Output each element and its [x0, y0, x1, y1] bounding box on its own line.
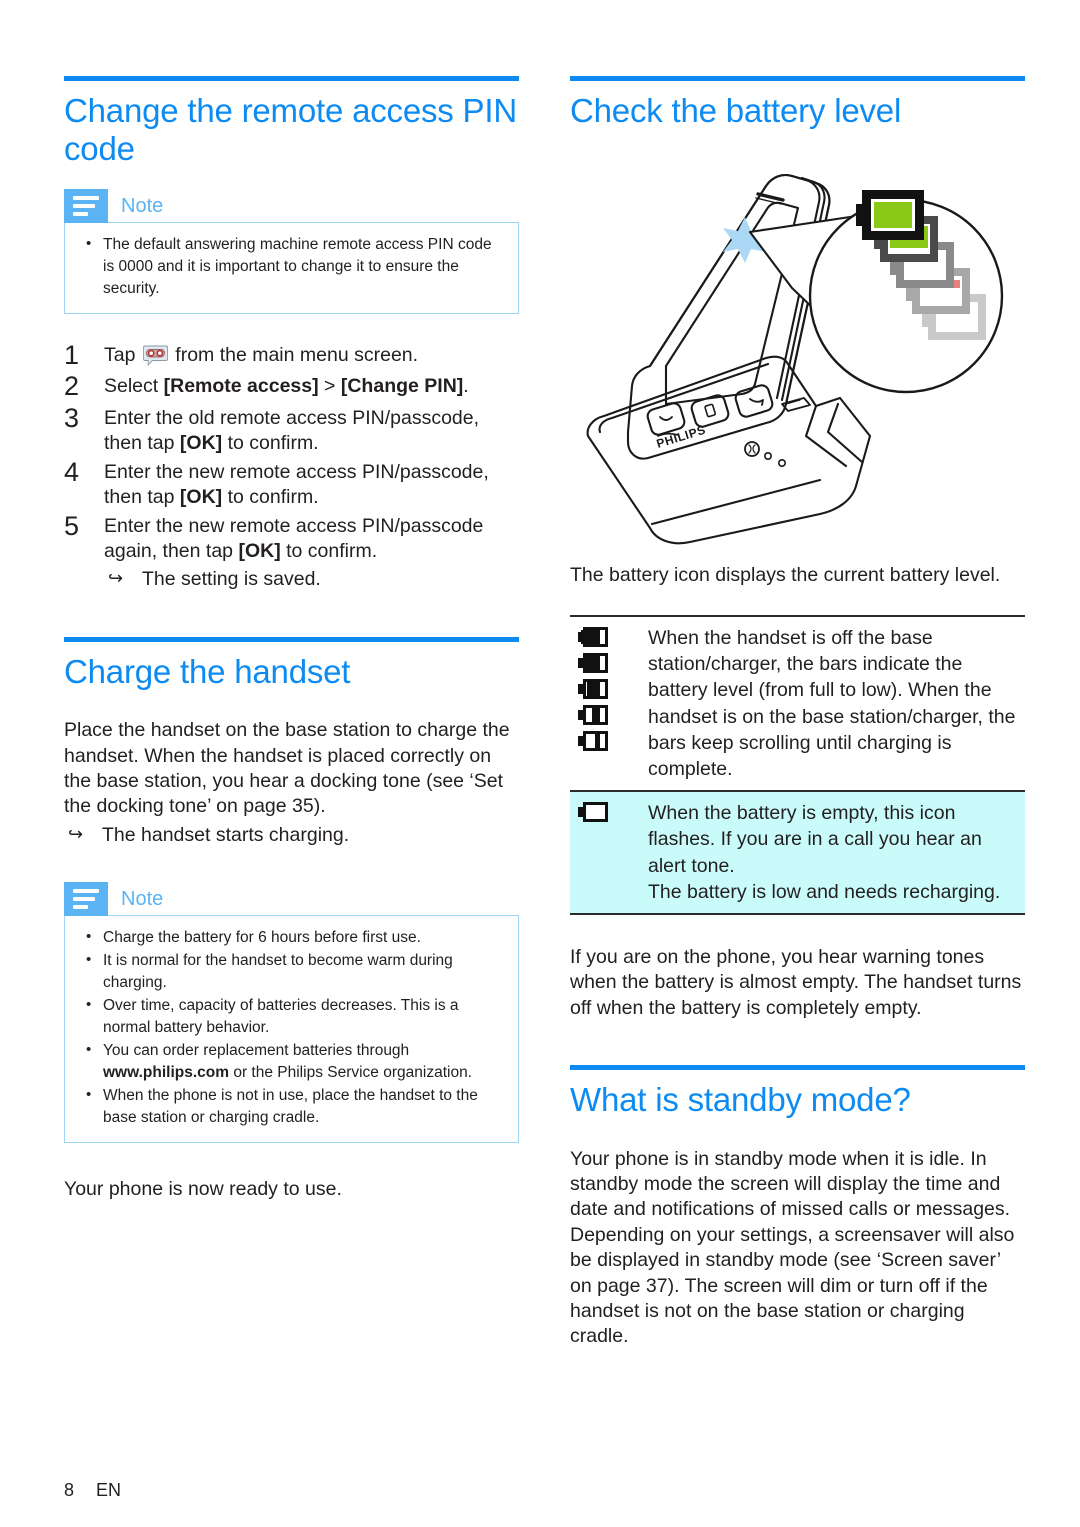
list-item: It is normal for the handset to become w… — [79, 949, 504, 994]
page-title: What is standby mode? — [570, 1081, 911, 1119]
step-number: 4 — [64, 456, 80, 487]
note-box-pin: Note The default answering machine remot… — [64, 189, 519, 315]
list-item: Charge the battery for 6 hours before fi… — [79, 926, 504, 949]
manual-page: Change the remote access PIN code Note T… — [0, 0, 1080, 1527]
menu-path-change-pin: [Change PIN] — [340, 375, 464, 398]
result-arrow-icon: ↪ — [68, 823, 84, 844]
result-text: The handset starts charging. — [102, 823, 350, 846]
section-change-pin: Change the remote access PIN code Note T… — [64, 76, 519, 593]
result-text: The setting is saved. — [142, 568, 321, 591]
battery-icon-column — [570, 617, 648, 765]
button-ok: [OK] — [238, 540, 281, 563]
step-text: Enter the old remote access PIN/passcode… — [104, 406, 480, 454]
list-item: Over time, capacity of batteries decreas… — [79, 994, 504, 1039]
battery-very-low-icon — [578, 730, 608, 751]
menu-path-remote-access: [Remote access] — [163, 375, 319, 398]
step-number: 3 — [64, 402, 80, 433]
section-check-battery: Check the battery level PHILIPS The batt… — [570, 76, 1025, 1021]
section-charge-handset: Charge the handset Place the handset on … — [64, 636, 519, 1203]
page-footer: 8 EN — [64, 1480, 121, 1501]
list-item: When the phone is not in use, place the … — [79, 1084, 504, 1129]
note-header: Note — [64, 189, 519, 224]
note-label: Note — [121, 888, 164, 911]
battery-intro-paragraph: The battery icon displays the current ba… — [570, 563, 1001, 586]
url-www: www. — [103, 1064, 143, 1082]
button-ok: [OK] — [179, 485, 223, 508]
step-text: Enter the new remote access PIN/passcode… — [104, 512, 483, 593]
table-rule-bottom — [570, 913, 1025, 916]
paragraph: Your phone is in standby mode when it is… — [570, 1147, 1015, 1348]
list-item: 5 Enter the new remote access PIN/passco… — [64, 511, 519, 593]
note-body: Charge the battery for 6 hours before fi… — [64, 915, 519, 1144]
step-text: Enter the new remote access PIN/passcode… — [104, 460, 489, 508]
step-text: Tap from the main menu screen. — [104, 341, 418, 368]
table-cell-text-main: When the battery is empty, this icon fla… — [648, 802, 982, 877]
table-row: When the handset is off the base station… — [570, 617, 1025, 790]
handset-on-base-station-with-battery-callout: PHILIPS — [570, 136, 1025, 561]
section-rule — [570, 76, 1025, 81]
list-item: 4 Enter the new remote access PIN/passco… — [64, 456, 519, 510]
list-item: 2 Select [Remote access] > [Change PIN]. — [64, 372, 519, 401]
section-standby-mode: What is standby mode? Your phone is in s… — [570, 1065, 1025, 1349]
list-item: You can order replacement batteries thro… — [79, 1039, 504, 1084]
table-cell-text-secondary: The battery is low and needs recharging. — [648, 880, 1001, 903]
section-rule — [64, 636, 519, 642]
answering-machine-icon — [142, 345, 168, 367]
paragraph: Place the handset on the base station to… — [64, 719, 510, 818]
step-result: ↪ The setting is saved. — [104, 567, 483, 592]
closing-paragraph: Your phone is now ready to use. — [64, 1178, 342, 1201]
battery-warning-paragraph: If you are on the phone, you hear warnin… — [570, 946, 1022, 1019]
charge-body-block: Place the handset on the base station to… — [64, 718, 519, 848]
page-title: Change the remote access PIN code — [64, 92, 517, 167]
section-rule — [64, 76, 519, 81]
battery-icon-column — [570, 792, 648, 836]
step-number: 1 — [64, 340, 80, 371]
page-language: EN — [96, 1480, 122, 1500]
page-title: Check the battery level — [570, 92, 902, 129]
right-column: Check the battery level PHILIPS The batt… — [570, 76, 1025, 1350]
battery-medium-icon — [578, 678, 608, 699]
list-item: 1 Tap from the main menu screen. — [64, 341, 519, 370]
step-text: Select [Remote access] > [Change PIN]. — [104, 375, 469, 398]
note-lines-icon — [64, 189, 108, 224]
page-number: 8 — [64, 1480, 75, 1500]
note-body: The default answering machine remote acc… — [64, 222, 519, 315]
note-header: Note — [64, 882, 519, 917]
note-label: Note — [121, 195, 164, 218]
list-item: 3 Enter the old remote access PIN/passco… — [64, 402, 519, 456]
table-cell-text: When the handset is off the base station… — [648, 626, 1016, 781]
battery-high-icon — [578, 652, 608, 673]
page-title: Charge the handset — [64, 652, 351, 690]
url-philips: philips.com — [142, 1064, 230, 1082]
note-lines-icon — [64, 882, 108, 917]
button-ok: [OK] — [179, 431, 223, 454]
battery-level-table: When the handset is off the base station… — [570, 614, 1025, 916]
battery-empty-icon — [578, 802, 608, 823]
step-list: 1 Tap from the main menu screen. 2 Selec… — [64, 341, 519, 593]
result-arrow-icon: ↪ — [108, 568, 124, 589]
step-text-post: from the main menu screen. — [169, 344, 419, 367]
battery-low-icon — [578, 704, 608, 725]
step-number: 5 — [64, 511, 80, 542]
battery-full-icon — [578, 626, 608, 647]
note-box-charge: Note Charge the battery for 6 hours befo… — [64, 882, 519, 1144]
list-item: The default answering machine remote acc… — [79, 233, 504, 300]
left-column: Change the remote access PIN code Note T… — [64, 76, 519, 1202]
table-cell-text: When the battery is empty, this icon fla… — [648, 792, 1025, 913]
section-rule — [570, 1065, 1025, 1071]
table-row: When the battery is empty, this icon fla… — [570, 792, 1025, 914]
step-text-pre: Tap — [104, 344, 141, 367]
charge-result: ↪ The handset starts charging. — [64, 823, 519, 848]
step-number: 2 — [64, 371, 80, 402]
